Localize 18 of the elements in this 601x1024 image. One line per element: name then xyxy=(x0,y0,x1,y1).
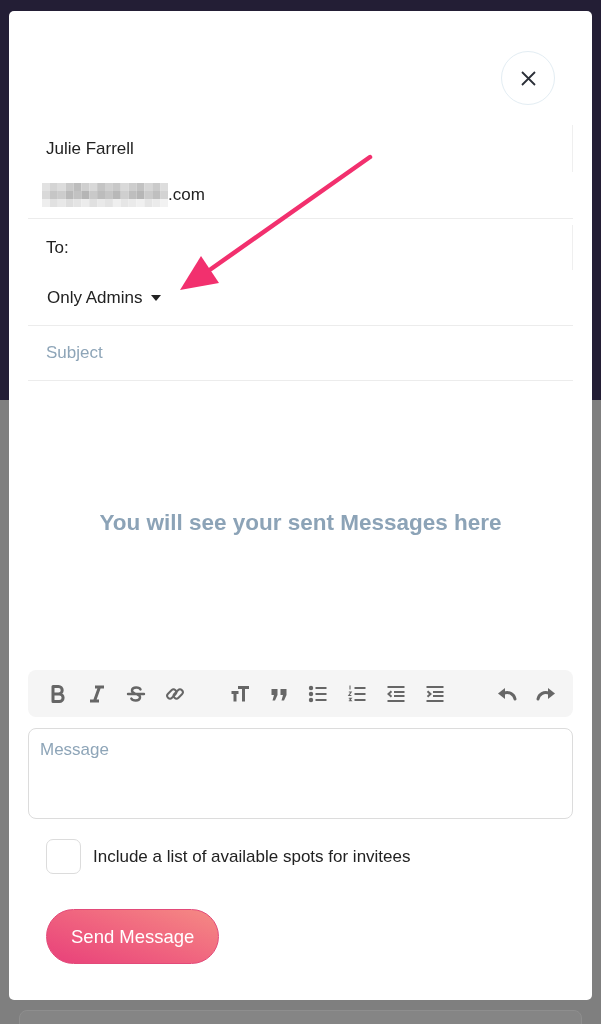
recipient-dropdown[interactable]: Only Admins xyxy=(47,285,162,310)
empty-state-text: You will see your sent Messages here xyxy=(99,509,502,536)
sender-email: .com xyxy=(168,185,205,205)
caret-icon xyxy=(151,294,162,301)
checkbox-label: Include a list of available spots for invitees xyxy=(93,846,411,867)
sender-name: Julie Farrell xyxy=(46,138,134,159)
close-icon xyxy=(520,70,536,86)
subject-field[interactable]: Subject xyxy=(28,339,573,367)
numbered-list-icon xyxy=(346,683,367,704)
close-button[interactable] xyxy=(501,51,555,105)
indent-icon xyxy=(424,683,445,704)
outdent-icon xyxy=(385,683,406,704)
text-size-icon xyxy=(229,683,250,704)
checkbox[interactable] xyxy=(46,839,81,874)
strikethrough-icon xyxy=(125,683,146,704)
message-field[interactable]: Message xyxy=(28,728,573,819)
bulleted-list-icon xyxy=(307,683,328,704)
to-label: To: xyxy=(46,237,69,258)
